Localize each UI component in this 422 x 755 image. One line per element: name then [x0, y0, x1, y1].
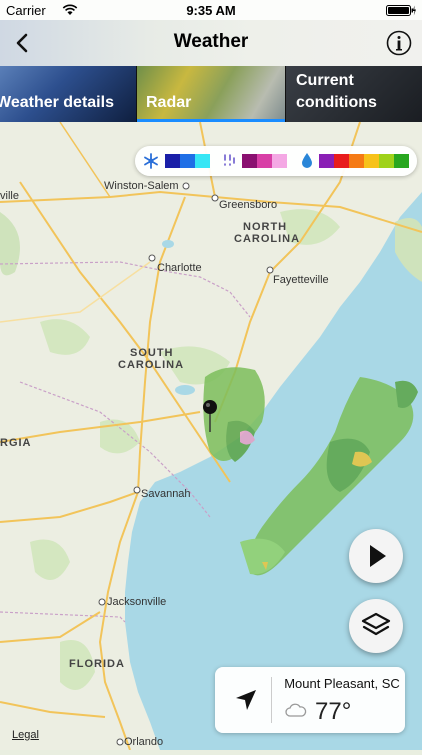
legend-swatch [257, 154, 272, 168]
raindrop-icon [302, 153, 312, 168]
play-icon [370, 545, 386, 567]
status-time: 9:35 AM [186, 3, 236, 18]
current-weather-card[interactable]: Mount Pleasant, SC 77° [215, 667, 405, 733]
map-label-city: Fayetteville [273, 274, 329, 286]
tab-weather-details[interactable]: Weather details [0, 66, 136, 122]
tab-label-line2: conditions [296, 94, 377, 111]
legend-swatch [165, 154, 180, 168]
legend-swatch [379, 154, 394, 168]
map-canvas [0, 121, 422, 751]
map-label-city: Charlotte [157, 262, 202, 274]
map-label-city: Greensboro [219, 199, 278, 211]
page-title: Weather [173, 31, 249, 52]
map-label-state: CAROLINA [234, 233, 301, 245]
location-arrow-icon[interactable] [233, 687, 259, 713]
map-label-city: Jacksonville [107, 596, 167, 608]
legend-swatch [334, 154, 349, 168]
play-button[interactable] [349, 529, 403, 583]
map-label-state: SOUTH [130, 347, 174, 359]
legend-swatch [272, 154, 287, 168]
map-label-state: FLORIDA [69, 658, 125, 670]
legend-swatch [319, 154, 334, 168]
cloud-icon [285, 703, 307, 717]
radar-map[interactable]: ville Winston-Salem Greensboro Charlotte… [0, 121, 422, 751]
navigation-bar: Weather [0, 20, 422, 66]
map-label-city: Winston-Salem [104, 180, 179, 192]
legend-swatch [364, 154, 379, 168]
tab-strip: Weather details Radar Current conditions [0, 66, 422, 122]
legend-swatch [349, 154, 364, 168]
tab-current-conditions[interactable]: Current conditions [286, 66, 422, 122]
card-divider [271, 677, 272, 723]
map-label-state: CAROLINA [118, 359, 185, 371]
sleet-icon [224, 154, 235, 166]
tab-label: Weather details [0, 94, 114, 111]
tab-label-line1: Current [296, 72, 354, 89]
status-bar: Carrier 9:35 AM [0, 0, 422, 20]
selected-tab-indicator [137, 119, 285, 122]
map-label-city: Savannah [141, 488, 191, 500]
map-label-city: Orlando [124, 736, 164, 748]
legend-swatch [180, 154, 195, 168]
map-label-state: RGIA [0, 437, 32, 449]
legend-swatch [242, 154, 257, 168]
radar-legend [135, 146, 417, 176]
layers-icon [361, 612, 391, 636]
card-temperature: 77° [315, 698, 352, 725]
tab-label: Radar [146, 94, 192, 111]
legend-swatch [394, 154, 409, 168]
info-button[interactable] [386, 30, 412, 56]
info-icon [386, 30, 412, 56]
tab-radar[interactable]: Radar [137, 66, 285, 122]
battery-icon [386, 5, 416, 16]
card-location: Mount Pleasant, SC [284, 676, 400, 691]
legend-swatch [195, 154, 210, 168]
map-label-edge: ville [0, 190, 19, 202]
snowflake-icon [144, 153, 158, 169]
layers-button[interactable] [349, 599, 403, 653]
map-label-state: NORTH [243, 221, 288, 233]
legal-link[interactable]: Legal [12, 729, 39, 741]
